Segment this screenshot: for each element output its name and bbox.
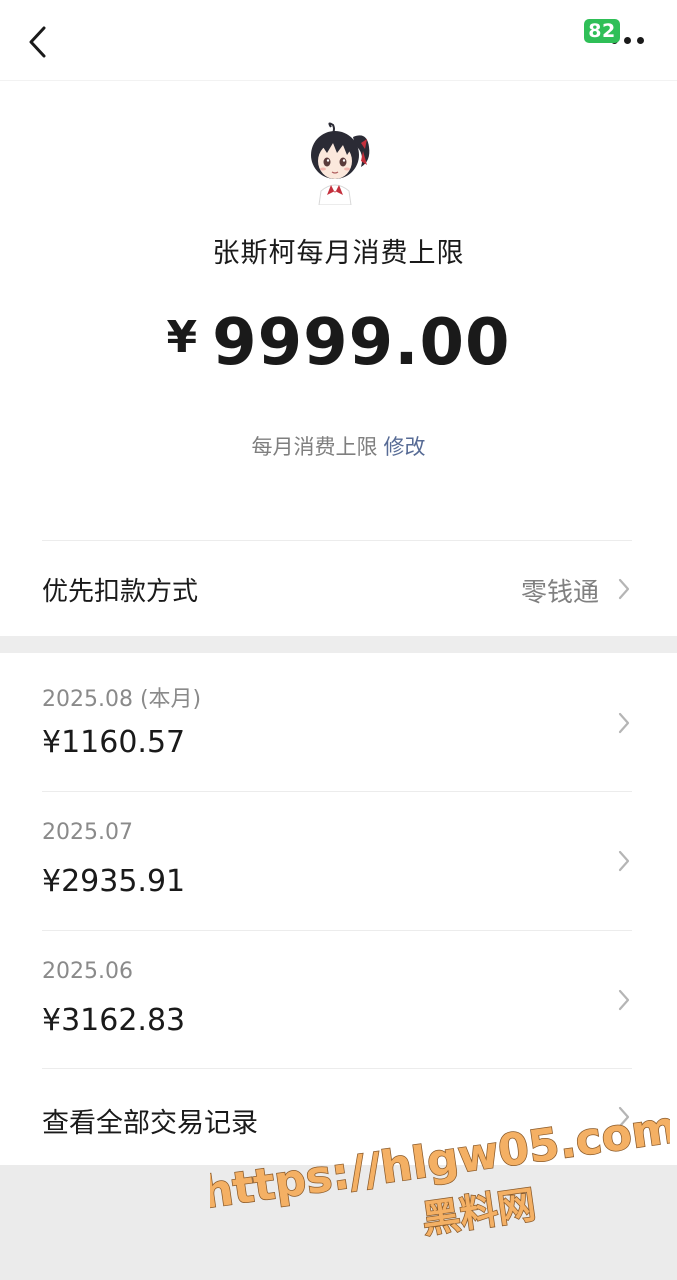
- limit-amount: ¥9999.00: [0, 306, 677, 380]
- month-amount: ¥2935.91: [42, 864, 186, 899]
- month-amount: ¥1160.57: [42, 725, 186, 760]
- limit-subtitle-text: 每月消费上限: [251, 435, 378, 459]
- limit-subtitle: 每月消费上限 修改: [0, 431, 677, 461]
- chevron-right-icon: [618, 850, 630, 872]
- month-label: 2025.06: [42, 959, 133, 984]
- chevron-right-icon: [618, 989, 630, 1011]
- month-amount: ¥3162.83: [42, 1003, 186, 1038]
- limit-header-card: 张斯柯每月消费上限 ¥9999.00 每月消费上限 修改 优先扣款方式 零钱通: [0, 81, 677, 636]
- month-row[interactable]: 2025.07 ¥2935.91: [0, 792, 677, 930]
- month-label: 2025.08 (本月): [42, 687, 202, 712]
- month-row[interactable]: 2025.08 (本月) ¥1160.57: [0, 653, 677, 791]
- month-row[interactable]: 2025.06 ¥3162.83: [0, 931, 677, 1069]
- battery-badge: 82: [584, 19, 620, 43]
- chevron-right-icon: [618, 578, 630, 600]
- chevron-right-icon: [618, 712, 630, 734]
- avatar: [311, 122, 370, 205]
- payment-method-value: 零钱通: [520, 578, 599, 608]
- top-bar: 82: [0, 0, 677, 81]
- currency-symbol: ¥: [166, 312, 199, 363]
- watermark-name: 黑料网: [419, 1182, 538, 1241]
- watermark: https://hlgw05.com 黑料网: [210, 1101, 670, 1242]
- limit-amount-value: 9999.00: [212, 306, 511, 380]
- month-label: 2025.07: [42, 820, 133, 845]
- payment-method-label: 优先扣款方式: [42, 577, 199, 607]
- limit-title: 张斯柯每月消费上限: [212, 238, 465, 269]
- payment-method-row[interactable]: 优先扣款方式 零钱通: [0, 541, 677, 636]
- back-arrow-icon[interactable]: [24, 24, 52, 60]
- edit-limit-link[interactable]: 修改: [384, 435, 426, 459]
